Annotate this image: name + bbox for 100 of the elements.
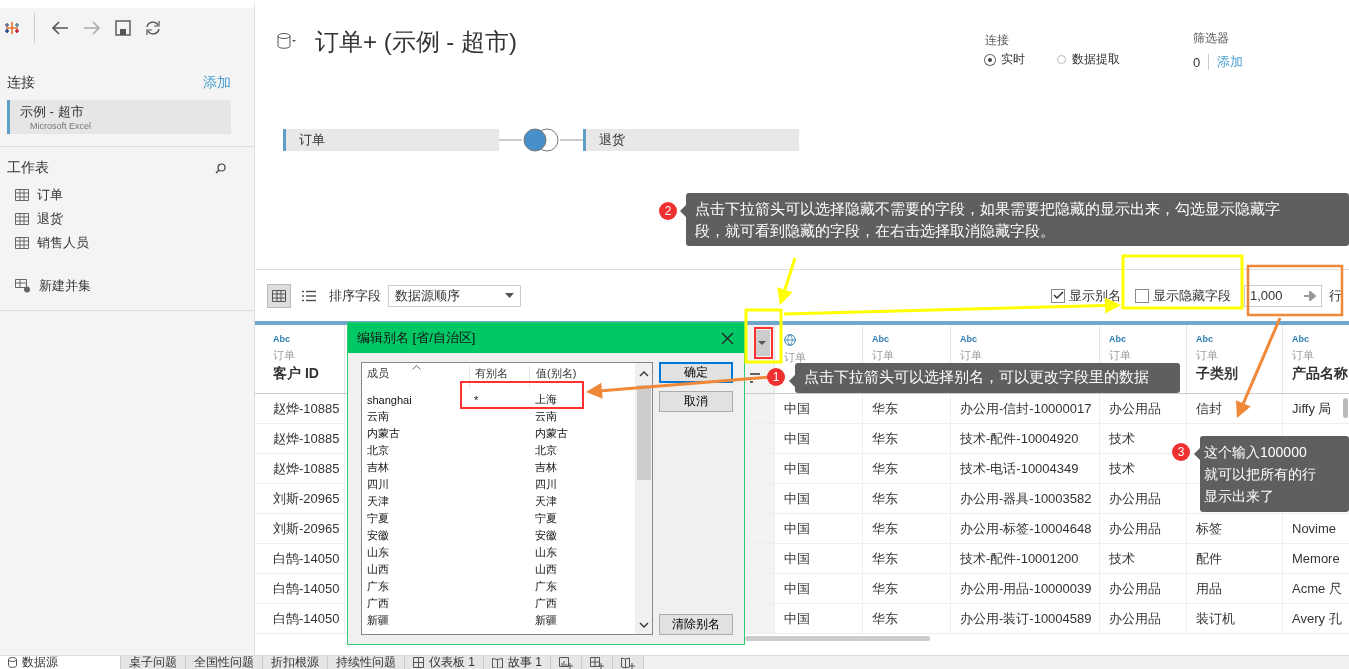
new-story-icon[interactable] <box>613 656 645 669</box>
table-cell: 白鹄-14050 <box>273 609 340 628</box>
type-label: Abc <box>1292 334 1310 344</box>
refresh-icon[interactable] <box>145 20 161 36</box>
grid-view-button[interactable] <box>267 283 291 308</box>
new-dashboard-icon[interactable] <box>582 656 614 669</box>
table-cell: 刘斯-20965 <box>273 489 340 508</box>
sheet-item[interactable]: 订单 <box>37 186 63 204</box>
table-cell: 办公用-用品-10000039 <box>960 579 1092 598</box>
save-icon[interactable] <box>115 20 131 36</box>
step-marker: 3 <box>1172 443 1190 461</box>
alias-value[interactable]: 广东 <box>529 579 636 594</box>
table-cell: 配件 <box>1196 549 1222 568</box>
sort-dropdown[interactable]: 数据源顺序 <box>388 284 521 307</box>
scroll-up-icon[interactable] <box>638 371 649 377</box>
logo-icon <box>4 20 20 36</box>
sheet-tab[interactable]: 全国性问题 <box>186 656 263 669</box>
radio-option[interactable]: 实时 <box>985 51 1025 68</box>
column-name: 子类别 <box>1196 365 1239 383</box>
member-name[interactable]: 四川 <box>362 477 469 492</box>
connection-item[interactable]: 示例 - 超市 Microsoft Excel <box>7 100 231 134</box>
page-title: 订单+ (示例 - 超市) <box>315 27 517 57</box>
member-name[interactable]: 北京 <box>362 443 469 458</box>
search-icon[interactable] <box>215 162 226 174</box>
alias-value[interactable]: 四川 <box>529 477 636 492</box>
list-column-header[interactable]: 成员 <box>362 366 469 388</box>
scroll-down-icon[interactable] <box>638 622 649 628</box>
back-icon[interactable] <box>51 21 69 35</box>
member-name[interactable]: 吉林 <box>362 460 469 475</box>
sort-icon[interactable] <box>750 373 760 383</box>
scrollbar-thumb[interactable] <box>636 385 651 480</box>
column-name: 产品名称 <box>1292 365 1349 383</box>
sheet-tab[interactable]: 桌子问题 <box>121 656 186 669</box>
source-label: 订单 <box>273 348 296 363</box>
join-icon[interactable] <box>499 127 583 153</box>
alias-value[interactable]: 云南 <box>529 409 636 424</box>
alias-value[interactable]: 天津 <box>529 494 636 509</box>
show-hidden-fields-checkbox[interactable]: 显示隐藏字段 <box>1135 286 1231 305</box>
table-cell: 中国 <box>784 549 810 568</box>
alias-value[interactable]: 山西 <box>529 562 636 577</box>
table-cell: 赵烨-10885 <box>273 459 340 478</box>
list-column-header[interactable]: 有别名 <box>469 366 529 388</box>
alias-value[interactable]: 广西 <box>529 596 636 611</box>
alias-value[interactable]: 北京 <box>529 443 636 458</box>
radio-option[interactable]: 数据提取 <box>1057 51 1120 68</box>
grid-icon <box>272 289 286 302</box>
member-name[interactable]: 广东 <box>362 579 469 594</box>
rows-label: 行 <box>1329 286 1342 305</box>
table-cell: 技术-电话-10004349 <box>960 459 1079 478</box>
globe-icon <box>784 334 796 346</box>
member-name[interactable]: 山西 <box>362 562 469 577</box>
table-cell: 办公用-器具-10003582 <box>960 489 1092 508</box>
sheet-tab[interactable]: 数据源 <box>0 656 121 669</box>
alias-value[interactable]: 安徽 <box>529 528 636 543</box>
scrollbar-thumb[interactable] <box>1343 398 1348 418</box>
member-name[interactable]: 云南 <box>362 409 469 424</box>
alias-value[interactable]: 内蒙古 <box>529 426 636 441</box>
type-label: Abc <box>1196 334 1214 344</box>
alias-value[interactable]: 吉林 <box>529 460 636 475</box>
close-icon[interactable] <box>721 331 734 345</box>
sheet-tab[interactable]: 故事 1 <box>484 656 552 669</box>
table-chip[interactable]: 退货 <box>583 129 799 151</box>
dialog-button[interactable]: 确定 <box>659 362 733 383</box>
callout-text: 点击下拉箭头可以选择隐藏不需要的字段，如果需要把隐藏的显示出来，勾选显示隐藏字 段，就可看到隐藏的字段，在右击选择取消隐藏字段。 <box>695 200 1280 239</box>
new-sheet-icon[interactable] <box>551 656 583 669</box>
table-cell: 赵烨-10885 <box>273 429 340 448</box>
table-cell: 装订机 <box>1196 609 1235 628</box>
type-label: Abc <box>1109 334 1127 344</box>
table-cell: 中国 <box>784 489 810 508</box>
sheet-tab[interactable]: 折扣根源 <box>263 656 328 669</box>
source-label: 订单 <box>784 350 807 365</box>
dialog-button[interactable]: 清除别名 <box>659 614 733 635</box>
member-name[interactable]: 山东 <box>362 545 469 560</box>
member-name[interactable]: shanghai <box>362 393 469 406</box>
sheet-tab[interactable]: 仪表板 1 <box>405 656 484 669</box>
checkmark-icon <box>1052 291 1064 300</box>
member-name[interactable]: 内蒙古 <box>362 426 469 441</box>
member-name[interactable]: 天津 <box>362 494 469 509</box>
sheet-item[interactable]: 销售人员 <box>37 234 89 252</box>
new-union-item[interactable]: 新建并集 <box>39 277 91 295</box>
table-chip[interactable]: 订单 <box>283 129 499 151</box>
sheet-item[interactable]: 退货 <box>37 210 63 228</box>
alias-value[interactable]: 山东 <box>529 545 636 560</box>
alias-value[interactable]: 新疆 <box>529 613 636 628</box>
sheet-tab[interactable]: 持续性问题 <box>328 656 405 669</box>
table-cell: 华东 <box>872 549 898 568</box>
member-name[interactable]: 宁夏 <box>362 511 469 526</box>
alias-value[interactable]: 上海 <box>529 392 636 407</box>
arrow-right-icon[interactable] <box>1304 290 1316 301</box>
table-cell: 华东 <box>872 579 898 598</box>
table-cell: 华东 <box>872 489 898 508</box>
database-icon[interactable] <box>277 32 297 50</box>
member-name[interactable]: 安徽 <box>362 528 469 543</box>
dialog-button[interactable]: 取消 <box>659 391 733 412</box>
row-count-field[interactable]: 1,000 <box>1244 284 1322 307</box>
scrollbar-thumb[interactable] <box>745 636 930 641</box>
callout-text: 点击下拉箭头可以选择别名，可以更改字段里的数据 <box>804 368 1149 385</box>
alias-value[interactable]: 宁夏 <box>529 511 636 526</box>
member-name[interactable]: 新疆 <box>362 613 469 628</box>
member-name[interactable]: 广西 <box>362 596 469 611</box>
